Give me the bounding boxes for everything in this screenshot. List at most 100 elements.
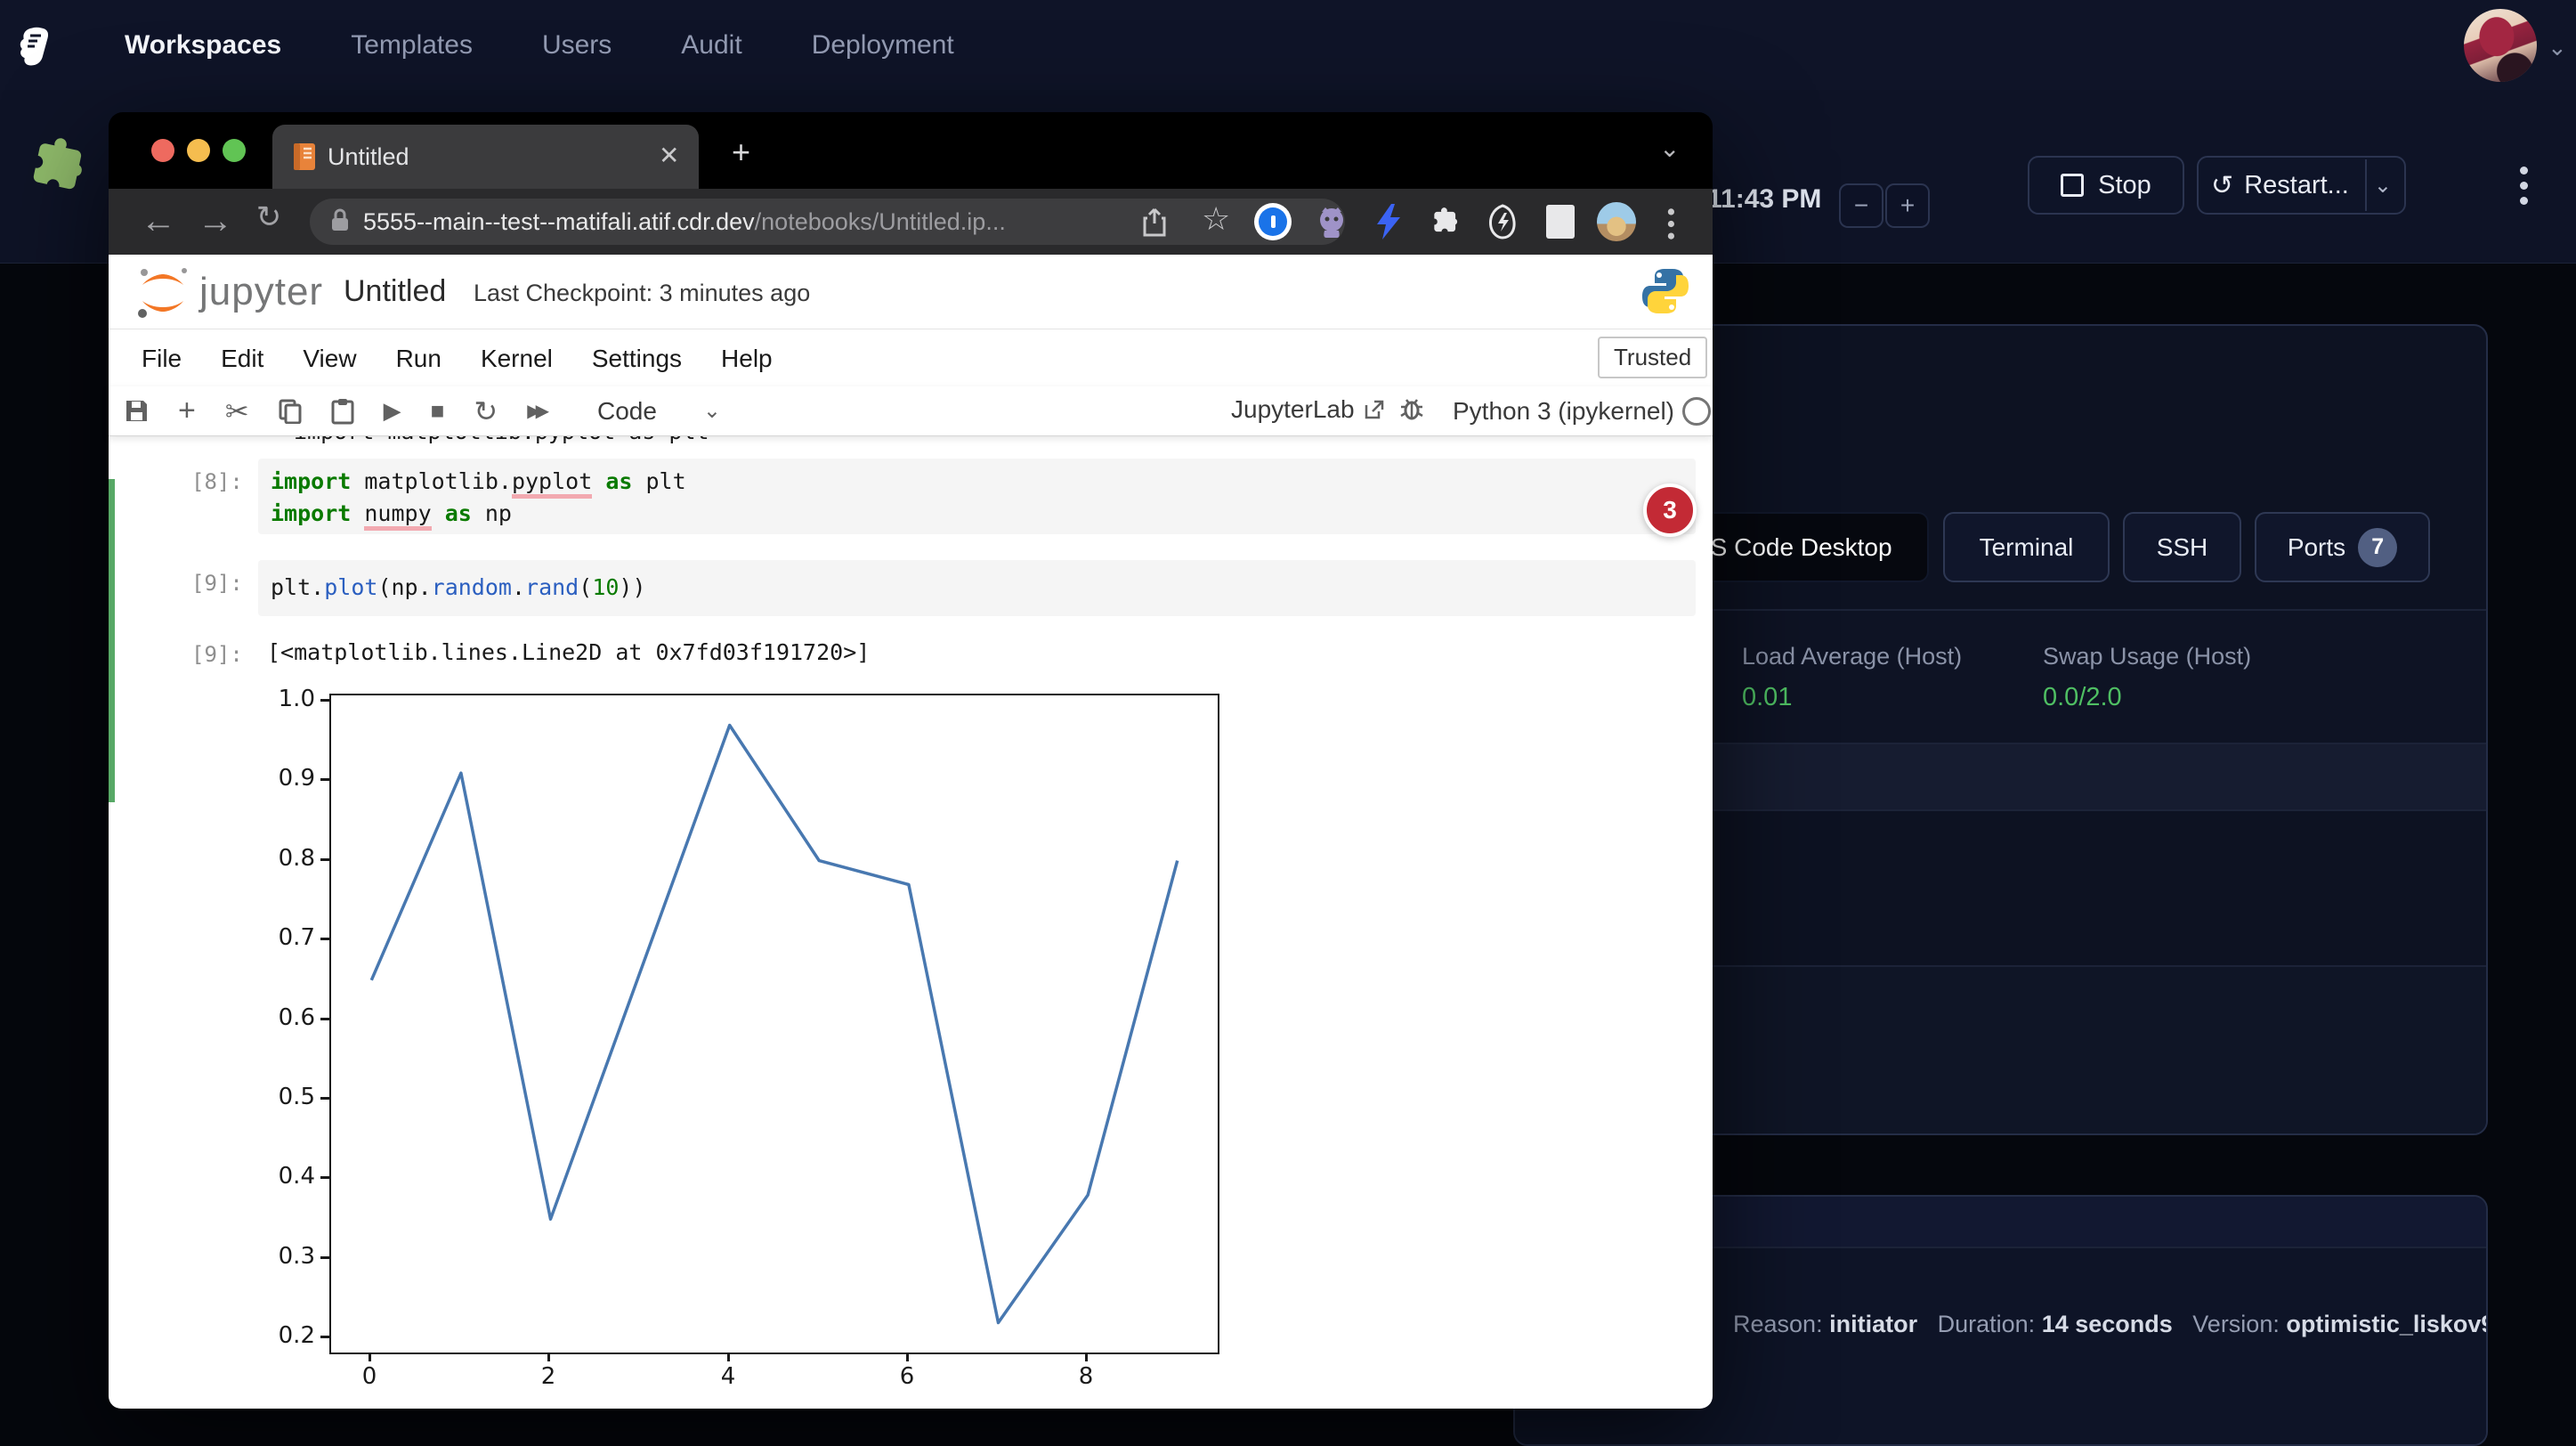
- avatar-chevron-down-icon[interactable]: ⌄: [2548, 34, 2567, 61]
- terminal-button[interactable]: Terminal: [1943, 512, 2110, 582]
- menu-settings[interactable]: Settings: [592, 345, 682, 373]
- forward-button[interactable]: →: [190, 201, 240, 241]
- zoom-in-button[interactable]: +: [1885, 183, 1930, 228]
- x-tick-mark: [1085, 1353, 1088, 1361]
- y-tick-mark: [320, 778, 329, 781]
- y-tick-label: 1.0: [258, 686, 315, 712]
- top-nav-bar: Workspaces Templates Users Audit Deploym…: [0, 0, 2576, 91]
- copy-cell-icon[interactable]: [279, 399, 302, 424]
- checkpoint-status: Last Checkpoint: 3 minutes ago: [474, 280, 810, 307]
- interrupt-kernel-icon[interactable]: ■: [431, 397, 445, 425]
- menu-help[interactable]: Help: [721, 345, 773, 373]
- y-tick-mark: [320, 938, 329, 940]
- minimize-window-button[interactable]: [187, 139, 210, 162]
- workspace-app-icon: [25, 133, 93, 205]
- menu-kernel[interactable]: Kernel: [481, 345, 553, 373]
- reader-mode-icon[interactable]: [1539, 200, 1582, 243]
- browser-toolbar: ← → ↻ 5555--main--test--matifali.atif.cd…: [109, 189, 1713, 255]
- menu-run[interactable]: Run: [396, 345, 441, 373]
- coder-logo-icon[interactable]: [14, 23, 61, 74]
- add-cell-icon[interactable]: +: [178, 394, 196, 428]
- cut-cell-icon[interactable]: ✂: [225, 394, 249, 428]
- x-tick-mark: [547, 1353, 550, 1361]
- new-tab-button[interactable]: +: [732, 134, 750, 171]
- y-tick-mark: [320, 1018, 329, 1020]
- open-jupyterlab-link[interactable]: JupyterLab: [1231, 395, 1385, 424]
- y-tick-label: 0.9: [258, 765, 315, 792]
- browser-window: Untitled ✕ + ⌄ ← → ↻ 5555--main--test--m…: [109, 112, 1713, 1409]
- restart-button[interactable]: ↺ Restart... ⌄: [2197, 156, 2406, 215]
- cell-type-select[interactable]: Code: [597, 397, 657, 426]
- github-extension-icon[interactable]: [1310, 200, 1353, 243]
- maximize-window-button[interactable]: [223, 139, 246, 162]
- y-tick-mark: [320, 858, 329, 861]
- swap-usage-stat: Swap Usage (Host) 0.0/2.0: [2043, 643, 2251, 712]
- lightning-extension-icon[interactable]: [1367, 200, 1410, 243]
- run-all-icon[interactable]: ▶▶: [527, 400, 544, 422]
- jupyter-logo-icon: [132, 264, 194, 325]
- y-tick-mark: [320, 1176, 329, 1179]
- back-button[interactable]: ←: [134, 201, 183, 241]
- ssh-button[interactable]: SSH: [2123, 512, 2241, 582]
- ports-button[interactable]: Ports 7: [2255, 512, 2430, 582]
- build-summary-row: Reason: initiator Duration: 14 seconds V…: [1733, 1311, 2488, 1338]
- extensions-puzzle-icon[interactable]: [1424, 200, 1467, 243]
- close-window-button[interactable]: [151, 139, 174, 162]
- kernel-status-icon: [1682, 397, 1711, 426]
- x-tick-label: 0: [343, 1363, 396, 1390]
- nav-item-users[interactable]: Users: [542, 30, 612, 61]
- nav-item-audit[interactable]: Audit: [681, 30, 741, 61]
- x-tick-label: 6: [880, 1363, 934, 1390]
- jupyter-toolbar: + ✂ ▶ ■ ↻ ▶▶ Code ⌄ JupyterLab Python 3 …: [109, 386, 1713, 436]
- menu-file[interactable]: File: [142, 345, 182, 373]
- lock-icon: [329, 207, 351, 237]
- build-version-value: optimistic_liskov9: [2286, 1311, 2488, 1337]
- zoom-out-button[interactable]: −: [1839, 183, 1883, 228]
- kernel-name[interactable]: Python 3 (ipykernel): [1453, 397, 1674, 426]
- external-link-icon: [1364, 399, 1385, 420]
- load-average-label: Load Average (Host): [1742, 643, 1962, 670]
- y-tick-label: 0.8: [258, 845, 315, 872]
- menu-edit[interactable]: Edit: [221, 345, 263, 373]
- url-text: 5555--main--test--matifali.atif.cdr.dev/…: [363, 208, 1006, 236]
- x-tick-label: 8: [1059, 1363, 1113, 1390]
- tab-search-chevron-icon[interactable]: ⌄: [1659, 134, 1680, 163]
- jupyter-menubar: File Edit View Run Kernel Settings Help …: [109, 329, 1713, 388]
- restart-options-chevron-icon[interactable]: ⌄: [2374, 173, 2392, 199]
- paste-cell-icon[interactable]: [331, 398, 354, 425]
- cell-type-chevron-icon[interactable]: ⌄: [703, 398, 721, 424]
- run-cell-icon[interactable]: ▶: [384, 397, 401, 425]
- reload-button[interactable]: ↻: [244, 199, 294, 235]
- y-tick-label: 0.4: [258, 1163, 315, 1190]
- browser-tab[interactable]: Untitled ✕: [272, 125, 699, 189]
- nav-item-templates[interactable]: Templates: [351, 30, 473, 61]
- jupyter-brand-text: jupyter: [199, 270, 323, 314]
- save-icon[interactable]: [125, 399, 149, 423]
- matplotlib-figure: 0.20.30.40.50.60.70.80.91.002468: [109, 435, 1713, 1409]
- nav-item-deployment[interactable]: Deployment: [812, 30, 954, 61]
- x-tick-mark: [727, 1353, 730, 1361]
- tab-close-icon[interactable]: ✕: [659, 141, 679, 170]
- onepassword-extension-icon[interactable]: [1252, 200, 1294, 243]
- stop-button[interactable]: Stop: [2028, 156, 2184, 215]
- trusted-button[interactable]: Trusted: [1598, 337, 1707, 378]
- notebook-title[interactable]: Untitled: [344, 274, 446, 309]
- menu-view[interactable]: View: [303, 345, 356, 373]
- url-bar[interactable]: 5555--main--test--matifali.atif.cdr.dev/…: [310, 199, 1345, 245]
- plot-axes: [329, 694, 1219, 1354]
- bookmark-star-icon[interactable]: ☆: [1202, 200, 1230, 238]
- debugger-bug-icon[interactable]: [1399, 396, 1424, 426]
- tab-title: Untitled: [328, 143, 409, 171]
- energy-leaf-extension-icon[interactable]: [1481, 200, 1524, 243]
- python-logo-icon: [1640, 265, 1691, 321]
- browser-menu-button[interactable]: [1660, 203, 1681, 245]
- load-average-value: 0.01: [1742, 683, 1962, 712]
- user-avatar[interactable]: [2464, 9, 2537, 82]
- restart-kernel-icon[interactable]: ↻: [474, 394, 498, 428]
- share-icon[interactable]: [1141, 207, 1168, 242]
- x-tick-mark: [906, 1353, 909, 1361]
- nav-item-workspaces[interactable]: Workspaces: [125, 30, 281, 61]
- workspace-menu-button[interactable]: [2510, 159, 2537, 212]
- browser-profile-avatar[interactable]: [1595, 200, 1638, 243]
- y-tick-label: 0.5: [258, 1084, 315, 1110]
